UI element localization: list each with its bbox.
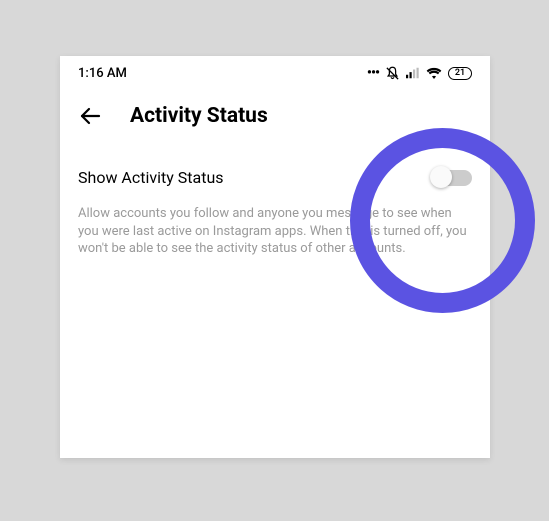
toggle-knob: [430, 166, 452, 188]
phone-screen: 1:16 AM •••: [60, 56, 490, 458]
setting-label: Show Activity Status: [78, 168, 224, 187]
page-title: Activity Status: [130, 104, 268, 128]
more-icon: •••: [367, 65, 379, 81]
battery-icon: 21: [448, 67, 472, 80]
setting-row: Show Activity Status: [60, 138, 490, 197]
activity-status-toggle[interactable]: [432, 170, 472, 186]
status-icons: •••: [367, 65, 472, 81]
status-time: 1:16 AM: [78, 66, 127, 81]
setting-description: Allow accounts you follow and anyone you…: [60, 197, 490, 266]
back-button[interactable]: [78, 104, 102, 128]
wifi-icon: [426, 67, 442, 79]
alarm-off-icon: [385, 66, 400, 81]
status-bar: 1:16 AM •••: [60, 56, 490, 86]
header: Activity Status: [60, 86, 490, 138]
signal-icon: [406, 67, 420, 79]
